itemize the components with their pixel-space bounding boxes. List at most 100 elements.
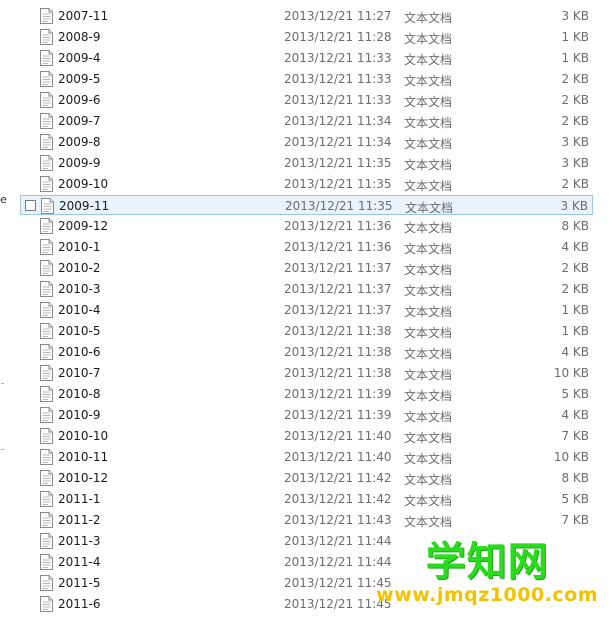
text-document-icon — [40, 323, 53, 339]
file-date-modified: 2013/12/21 11:40 — [284, 429, 392, 443]
file-name: 2010-8 — [58, 387, 101, 401]
file-name: 2010-10 — [58, 429, 109, 443]
file-name: 2011-4 — [58, 555, 101, 569]
file-name: 2007-11 — [58, 9, 109, 23]
text-document-icon — [40, 386, 53, 402]
file-row[interactable]: 2010-7 2013/12/21 11:38 文本文档 10 KB — [20, 363, 593, 383]
file-date-modified: 2013/12/21 11:33 — [284, 93, 392, 107]
file-row[interactable]: 2009-4 2013/12/21 11:33 文本文档 1 KB — [20, 48, 593, 68]
file-row[interactable]: 2010-9 2013/12/21 11:39 文本文档 4 KB — [20, 405, 593, 425]
file-type: 文本文档 — [404, 53, 453, 67]
file-row[interactable]: 2009-10 2013/12/21 11:35 文本文档 2 KB — [20, 174, 593, 194]
file-size: 3 KB — [561, 156, 589, 170]
file-row[interactable]: 2011-1 2013/12/21 11:42 文本文档 5 KB — [20, 489, 593, 509]
file-size: 1 KB — [561, 303, 589, 317]
file-name: 2010-9 — [58, 408, 101, 422]
file-type: 文本文档 — [404, 116, 453, 130]
file-type: 文本文档 — [404, 158, 453, 172]
file-row[interactable]: 2010-11 2013/12/21 11:40 文本文档 10 KB — [20, 447, 593, 467]
file-row[interactable]: 2009-8 2013/12/21 11:34 文本文档 3 KB — [20, 132, 593, 152]
text-document-icon — [40, 92, 53, 108]
file-size: 2 KB — [561, 261, 589, 275]
file-row[interactable]: 2009-12 2013/12/21 11:36 文本文档 8 KB — [20, 216, 593, 236]
file-size: 4 KB — [561, 240, 589, 254]
file-type: 文本文档 — [404, 305, 453, 319]
file-row[interactable]: 2008-9 2013/12/21 11:28 文本文档 1 KB — [20, 27, 593, 47]
text-document-icon — [40, 302, 53, 318]
text-document-icon — [40, 449, 53, 465]
file-type: 文本文档 — [404, 137, 453, 151]
text-document-icon — [40, 512, 53, 528]
file-size: 2 KB — [561, 93, 589, 107]
file-row[interactable]: 2009-6 2013/12/21 11:33 文本文档 2 KB — [20, 90, 593, 110]
file-row[interactable]: 2011-2 2013/12/21 11:43 文本文档 7 KB — [20, 510, 593, 530]
file-row[interactable]: 2007-11 2013/12/21 11:27 文本文档 3 KB — [20, 6, 593, 26]
text-document-icon — [40, 155, 53, 171]
file-type: 文本文档 — [404, 326, 453, 340]
text-document-icon — [40, 344, 53, 360]
text-document-icon — [40, 218, 53, 234]
file-date-modified: 2013/12/21 11:33 — [284, 72, 392, 86]
row-checkbox[interactable] — [25, 200, 36, 211]
navigation-pane-edge: e — [0, 0, 10, 617]
file-row[interactable]: 2009-5 2013/12/21 11:33 文本文档 2 KB — [20, 69, 593, 89]
file-name: 2010-5 — [58, 324, 101, 338]
file-name: 2009-9 — [58, 156, 101, 170]
file-size: 2 KB — [561, 72, 589, 86]
file-row[interactable]: 2010-3 2013/12/21 11:37 文本文档 2 KB — [20, 279, 593, 299]
text-document-icon — [40, 491, 53, 507]
file-name: 2010-2 — [58, 261, 101, 275]
file-size: 1 KB — [561, 324, 589, 338]
file-name: 2011-2 — [58, 513, 101, 527]
file-date-modified: 2013/12/21 11:40 — [284, 450, 392, 464]
file-row[interactable]: 2010-2 2013/12/21 11:37 文本文档 2 KB — [20, 258, 593, 278]
file-name: 2010-4 — [58, 303, 101, 317]
text-document-icon — [40, 176, 53, 192]
file-name: 2010-1 — [58, 240, 101, 254]
file-type: 文本文档 — [404, 284, 453, 298]
file-date-modified: 2013/12/21 11:37 — [284, 303, 392, 317]
file-row[interactable]: 2010-4 2013/12/21 11:37 文本文档 1 KB — [20, 300, 593, 320]
file-size: 10 KB — [553, 366, 589, 380]
file-name: 2010-7 — [58, 366, 101, 380]
file-date-modified: 2013/12/21 11:35 — [285, 199, 393, 213]
file-row[interactable]: 2010-12 2013/12/21 11:42 文本文档 8 KB — [20, 468, 593, 488]
file-type: 文本文档 — [404, 32, 453, 46]
file-row[interactable]: 2010-10 2013/12/21 11:40 文本文档 7 KB — [20, 426, 593, 446]
text-document-icon — [40, 281, 53, 297]
text-document-icon — [40, 29, 53, 45]
file-name: 2011-1 — [58, 492, 101, 506]
file-row[interactable]: 2009-7 2013/12/21 11:34 文本文档 2 KB — [20, 111, 593, 131]
nav-pane-clipped-text: e — [0, 193, 7, 206]
file-date-modified: 2013/12/21 11:39 — [284, 387, 392, 401]
text-document-icon — [40, 365, 53, 381]
file-type: 文本文档 — [404, 389, 453, 403]
file-row[interactable]: 2009-9 2013/12/21 11:35 文本文档 3 KB — [20, 153, 593, 173]
file-name: 2011-5 — [58, 576, 101, 590]
file-name: 2010-11 — [58, 450, 109, 464]
file-date-modified: 2013/12/21 11:38 — [284, 345, 392, 359]
file-row[interactable]: 2010-1 2013/12/21 11:36 文本文档 4 KB — [20, 237, 593, 257]
file-name: 2010-12 — [58, 471, 109, 485]
file-date-modified: 2013/12/21 11:38 — [284, 324, 392, 338]
file-date-modified: 2013/12/21 11:42 — [284, 492, 392, 506]
file-date-modified: 2013/12/21 11:27 — [284, 9, 392, 23]
file-row[interactable]: 2010-6 2013/12/21 11:38 文本文档 4 KB — [20, 342, 593, 362]
file-size: 2 KB — [561, 282, 589, 296]
file-size: 5 KB — [561, 492, 589, 506]
file-row[interactable]: 2010-8 2013/12/21 11:39 文本文档 5 KB — [20, 384, 593, 404]
text-document-icon — [40, 113, 53, 129]
file-date-modified: 2013/12/21 11:39 — [284, 408, 392, 422]
file-type: 文本文档 — [404, 11, 453, 25]
file-date-modified: 2013/12/21 11:36 — [284, 240, 392, 254]
file-date-modified: 2013/12/21 11:34 — [284, 114, 392, 128]
file-type: 文本文档 — [404, 431, 453, 445]
file-row[interactable]: 2009-11 2013/12/21 11:35 文本文档 3 KB — [20, 195, 593, 215]
file-type: 文本文档 — [404, 74, 453, 88]
file-row[interactable]: 2010-5 2013/12/21 11:38 文本文档 1 KB — [20, 321, 593, 341]
file-date-modified: 2013/12/21 11:28 — [284, 30, 392, 44]
file-size: 4 KB — [561, 345, 589, 359]
text-document-icon — [40, 533, 53, 549]
text-document-icon — [40, 407, 53, 423]
file-name: 2011-3 — [58, 534, 101, 548]
